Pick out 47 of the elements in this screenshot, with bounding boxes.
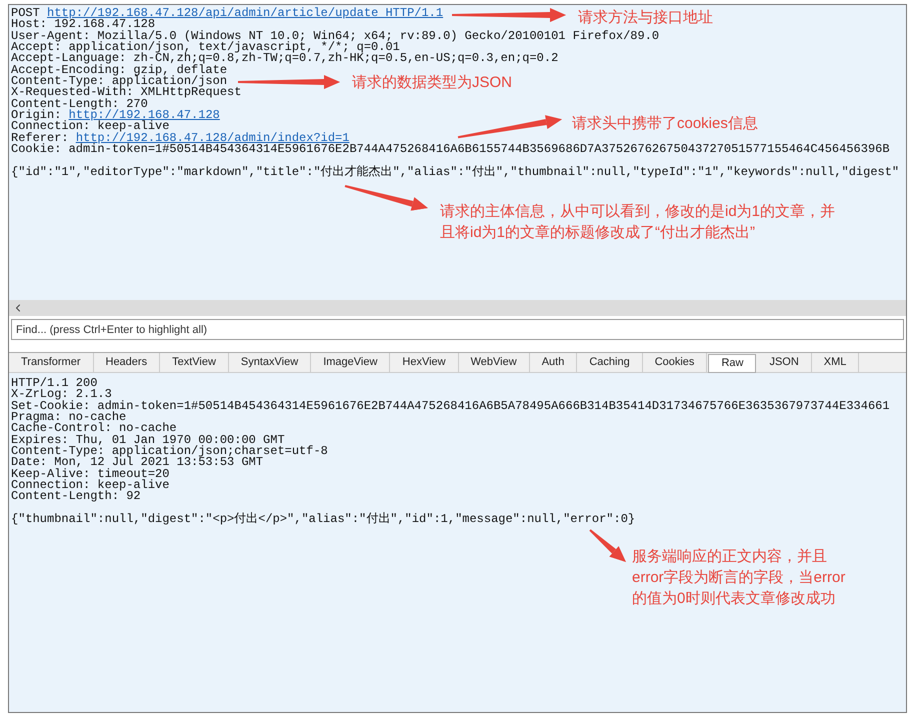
tab[interactable]: WebView [458, 353, 530, 372]
header-line: Content-Length: 270 [11, 98, 148, 110]
header-line: Pragma: no-cache [11, 412, 126, 424]
header-line: Set-Cookie: admin-token=1#50514B454364314E5961676E2B744A475268416A6B5A78495A666B314B35414D31734675766E3635367973744E334661 [11, 400, 890, 412]
find-field[interactable]: Find... (press Ctrl+Enter to highlight all) [11, 319, 904, 340]
tab[interactable]: Headers [94, 353, 160, 372]
header-line: Accept-Encoding: gzip, deflate [11, 64, 228, 76]
header-line: X-Requested-With: XMLHttpRequest [11, 87, 242, 99]
tab[interactable]: TextView [160, 353, 229, 372]
annotation-text: 服务端响应的正文内容，并且 error字段为断言的字段，当error 的值为0时则代表文章修改成功 [632, 547, 846, 609]
arrow [589, 529, 626, 562]
tab[interactable]: ImageView [311, 353, 390, 372]
request-body: {"id":"1","editorType":"markdown","title":"付出才能杰出","alias":"付出","thumbnail":null,"typeId":"1","keywords":null,"digest" [11, 166, 900, 178]
annotation-text: 请求方法与接口地址 [578, 8, 713, 28]
tab[interactable]: Raw [708, 354, 756, 373]
header-line: HTTP/1.1 200 [11, 378, 98, 390]
annotation-text: 请求的数据类型为JSON [352, 73, 512, 93]
link[interactable]: http://192.168.47.128/api/admin/article/update HTTP/1.1 [47, 6, 444, 20]
header-line: Cache-Control: no-cache [11, 423, 177, 435]
tab[interactable]: JSON [757, 353, 812, 372]
tab[interactable]: HexView [390, 353, 459, 372]
tab[interactable]: Auth [530, 353, 578, 372]
tab[interactable]: Cookies [642, 353, 708, 372]
header-line: Content-Length: 92 [11, 491, 141, 503]
response-body: {"thumbnail":null,"digest":"<p>付出</p>","alias":"付出","id":1,"message":null,"error":0} [11, 514, 636, 526]
header-line: Connection: keep-alive [11, 121, 170, 133]
annotation-text: 请求头中携带了cookies信息 [572, 114, 758, 134]
header-line: User-Agent: Mozilla/5.0 (Windows NT 10.0; Win64; x64; rv:89.0) Gecko/20100101 Firefox/89.0 [11, 30, 660, 42]
header-line: Accept-Language: zh-CN,zh;q=0.8,zh-TW;q=0.7,zh-HK;q=0.5,en-US;q=0.3,en;q=0.2 [11, 53, 558, 65]
annotation-text: 请求的主体信息，从中可以看到，修改的是id为1的文章，并 且将id为1的文章的标题修改成了“付出才能杰出” [440, 202, 836, 243]
header-line: Cookie: admin-token=1#50514B454364314E5961676E2B744A475268416A6B6155744B3569686D7A37526762675043727051577155464C456456396B [11, 144, 890, 156]
tab[interactable]: Caching [577, 353, 643, 372]
header-line: Content-Type: application/json [11, 76, 228, 88]
tab[interactable]: SyntaxView [228, 353, 312, 372]
header-line: Connection: keep-alive [11, 480, 170, 492]
header-name: Origin: [11, 108, 62, 122]
header-line: X-ZrLog: 2.1.3 [11, 389, 112, 401]
tab[interactable]: Transformer [9, 353, 94, 372]
tab[interactable]: XML [812, 353, 860, 372]
header-line: Keep-Alive: timeout=20 [11, 468, 170, 480]
header-line: Expires: Thu, 01 Jan 1970 00:00:00 GMT [11, 434, 285, 446]
header-line: Content-Type: application/json;charset=utf-8 [11, 446, 328, 458]
header-name: POST [11, 6, 40, 20]
link[interactable]: http://192.168.47.128/admin/index?id=1 [76, 130, 350, 145]
header-line: Host: 192.168.47.128 [11, 19, 156, 31]
header-line: Accept: application/json, text/javascript, */*; q=0.01 [11, 42, 400, 54]
header-line: Date: Mon, 12 Jul 2021 13:53:53 GMT [11, 457, 264, 469]
